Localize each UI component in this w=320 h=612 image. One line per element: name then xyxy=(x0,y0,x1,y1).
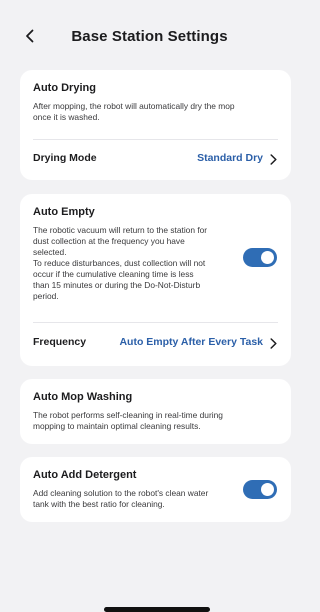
auto-empty-desc-line7: period. xyxy=(33,291,59,301)
frequency-row[interactable]: Frequency Auto Empty After Every Task xyxy=(20,323,291,366)
auto-empty-desc-line6: than 15 minutes or during the Do-Not-Dis… xyxy=(33,280,201,290)
chevron-right-icon xyxy=(268,337,278,349)
drying-mode-label: Drying Mode xyxy=(33,152,97,164)
auto-mop-washing-desc-line2: mopping to maintain optimal cleaning res… xyxy=(33,421,201,431)
frequency-label: Frequency xyxy=(33,336,87,348)
auto-add-detergent-desc-line2: tank with the best ratio for cleaning. xyxy=(33,499,165,509)
header: Base Station Settings xyxy=(0,18,299,54)
auto-mop-washing-title: Auto Mop Washing xyxy=(33,391,133,403)
auto-add-detergent-card: Auto Add Detergent Add cleaning solution… xyxy=(20,457,291,522)
auto-drying-title: Auto Drying xyxy=(33,82,96,94)
auto-add-detergent-desc-line1: Add cleaning solution to the robot's cle… xyxy=(33,488,209,498)
auto-empty-desc-line2: dust collection at the frequency you hav… xyxy=(33,236,185,246)
auto-add-detergent-title: Auto Add Detergent xyxy=(33,469,137,481)
auto-add-detergent-toggle[interactable] xyxy=(243,480,277,499)
auto-mop-washing-desc-line1: The robot performs self-cleaning in real… xyxy=(33,410,223,420)
auto-empty-desc-line4: To reduce disturbances, dust collection … xyxy=(33,258,206,268)
base-station-settings-screen: Base Station Settings Auto Drying After … xyxy=(0,0,299,612)
auto-empty-toggle[interactable] xyxy=(243,248,277,267)
auto-empty-desc-line3: selected. xyxy=(33,247,67,257)
auto-empty-desc-line5: occur if the cumulative cleaning time is… xyxy=(33,269,194,279)
page-title: Base Station Settings xyxy=(71,27,228,45)
toggle-knob xyxy=(261,251,274,264)
drying-mode-row[interactable]: Drying Mode Standard Dry xyxy=(20,140,291,180)
back-button[interactable] xyxy=(18,24,42,48)
back-chevron-icon xyxy=(26,29,34,43)
chevron-right-icon xyxy=(268,153,278,165)
auto-drying-desc-line2: once it is washed. xyxy=(33,112,100,122)
toggle-knob xyxy=(261,483,274,496)
home-indicator[interactable] xyxy=(104,607,210,612)
auto-empty-title: Auto Empty xyxy=(33,206,95,218)
auto-mop-washing-card: Auto Mop Washing The robot performs self… xyxy=(20,379,291,444)
frequency-value: Auto Empty After Every Task xyxy=(119,336,263,348)
auto-drying-desc-line1: After mopping, the robot will automatica… xyxy=(33,101,235,111)
auto-drying-card: Auto Drying After mopping, the robot wil… xyxy=(20,70,291,180)
drying-mode-value: Standard Dry xyxy=(197,152,263,164)
auto-empty-card: Auto Empty The robotic vacuum will retur… xyxy=(20,194,291,366)
auto-empty-desc-line1: The robotic vacuum will return to the st… xyxy=(33,225,208,235)
